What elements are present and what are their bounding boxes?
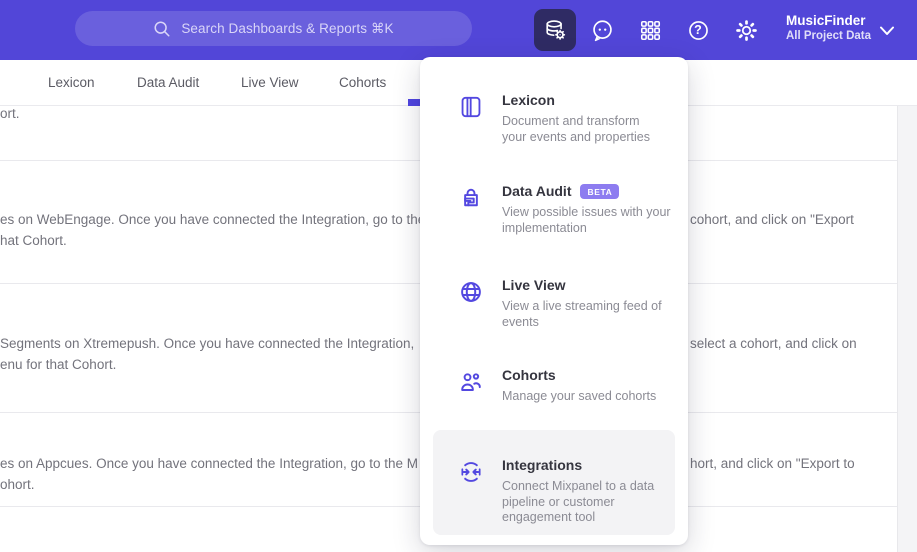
app-window: ort. es on WebEngage. Once you have conn…: [0, 0, 917, 552]
chat-smiley-icon: [592, 19, 612, 41]
apps-grid-button[interactable]: [634, 14, 666, 46]
content-text: es on WebEngage. Once you have connected…: [0, 212, 426, 227]
help-glyph: ?: [694, 23, 702, 37]
content-text: hat Cohort.: [0, 233, 67, 248]
content-text: ohort.: [0, 477, 35, 492]
top-navigation-bar: Search Dashboards & Reports ⌘K ? MusicFi…: [0, 0, 917, 60]
content-text: es on Appcues. Once you have connected t…: [0, 456, 419, 471]
project-subtitle: All Project Data: [786, 30, 871, 42]
content-text: Segments on Xtremepush. Once you have co…: [0, 336, 415, 351]
tab-data-audit[interactable]: Data Audit: [137, 75, 199, 90]
tab-cohorts[interactable]: Cohorts: [339, 75, 386, 90]
beta-badge: BETA: [580, 184, 620, 199]
menu-item-description: Document and transform your events and p…: [502, 114, 651, 144]
content-text: ort.: [0, 106, 20, 121]
feedback-button[interactable]: [586, 14, 618, 46]
sync-arrows-icon: [461, 462, 481, 482]
lock-spiral-icon: [464, 188, 478, 207]
chevron-down-icon[interactable]: [879, 25, 895, 37]
help-button[interactable]: ?: [682, 14, 714, 46]
tab-live-view[interactable]: Live View: [241, 75, 299, 90]
menu-item-title: Lexicon: [502, 92, 555, 108]
tab-lexicon[interactable]: Lexicon: [48, 75, 95, 90]
content-text: hort, and click on "Export to: [690, 456, 855, 471]
menu-item-integrations[interactable]: Integrations Connect Mixpanel to a data …: [433, 430, 675, 535]
search-icon: [154, 20, 170, 37]
project-name: MusicFinder: [786, 13, 866, 28]
menu-item-title: Data Audit: [502, 183, 572, 199]
vertical-scrollbar[interactable]: [897, 106, 917, 552]
data-management-menu: Lexicon Document and transform your even…: [420, 57, 688, 545]
search-input[interactable]: Search Dashboards & Reports ⌘K: [75, 11, 472, 46]
data-management-button[interactable]: [534, 9, 576, 51]
content-text: cohort, and click on "Export: [690, 212, 854, 227]
menu-item-cohorts[interactable]: Cohorts Manage your saved cohorts: [433, 367, 675, 405]
database-gear-icon: [546, 20, 566, 40]
search-placeholder: Search Dashboards & Reports ⌘K: [181, 20, 394, 36]
menu-item-description: View a live streaming feed of events: [502, 299, 662, 329]
content-text: select a cohort, and click on: [690, 336, 857, 351]
globe-icon: [461, 282, 481, 302]
menu-item-title: Cohorts: [502, 367, 556, 383]
menu-item-description: View possible issues with your implement…: [502, 205, 671, 235]
menu-item-description: Connect Mixpanel to a data pipeline or c…: [502, 479, 655, 524]
menu-item-data-audit[interactable]: Data Audit BETA View possible issues wit…: [433, 183, 675, 236]
settings-button[interactable]: [730, 14, 762, 46]
content-text: enu for that Cohort.: [0, 357, 117, 372]
menu-item-lexicon[interactable]: Lexicon Document and transform your even…: [433, 92, 675, 145]
project-switcher[interactable]: MusicFinder All Project Data: [786, 12, 882, 44]
menu-item-title: Integrations: [502, 457, 583, 473]
lexicon-book-icon: [461, 96, 481, 118]
menu-item-live-view[interactable]: Live View View a live streaming feed of …: [433, 277, 675, 330]
menu-item-title: Live View: [502, 277, 566, 293]
menu-item-description: Manage your saved cohorts: [502, 389, 657, 403]
gear-icon: [735, 19, 757, 41]
grid-icon: [640, 20, 660, 40]
people-icon: [461, 373, 481, 391]
